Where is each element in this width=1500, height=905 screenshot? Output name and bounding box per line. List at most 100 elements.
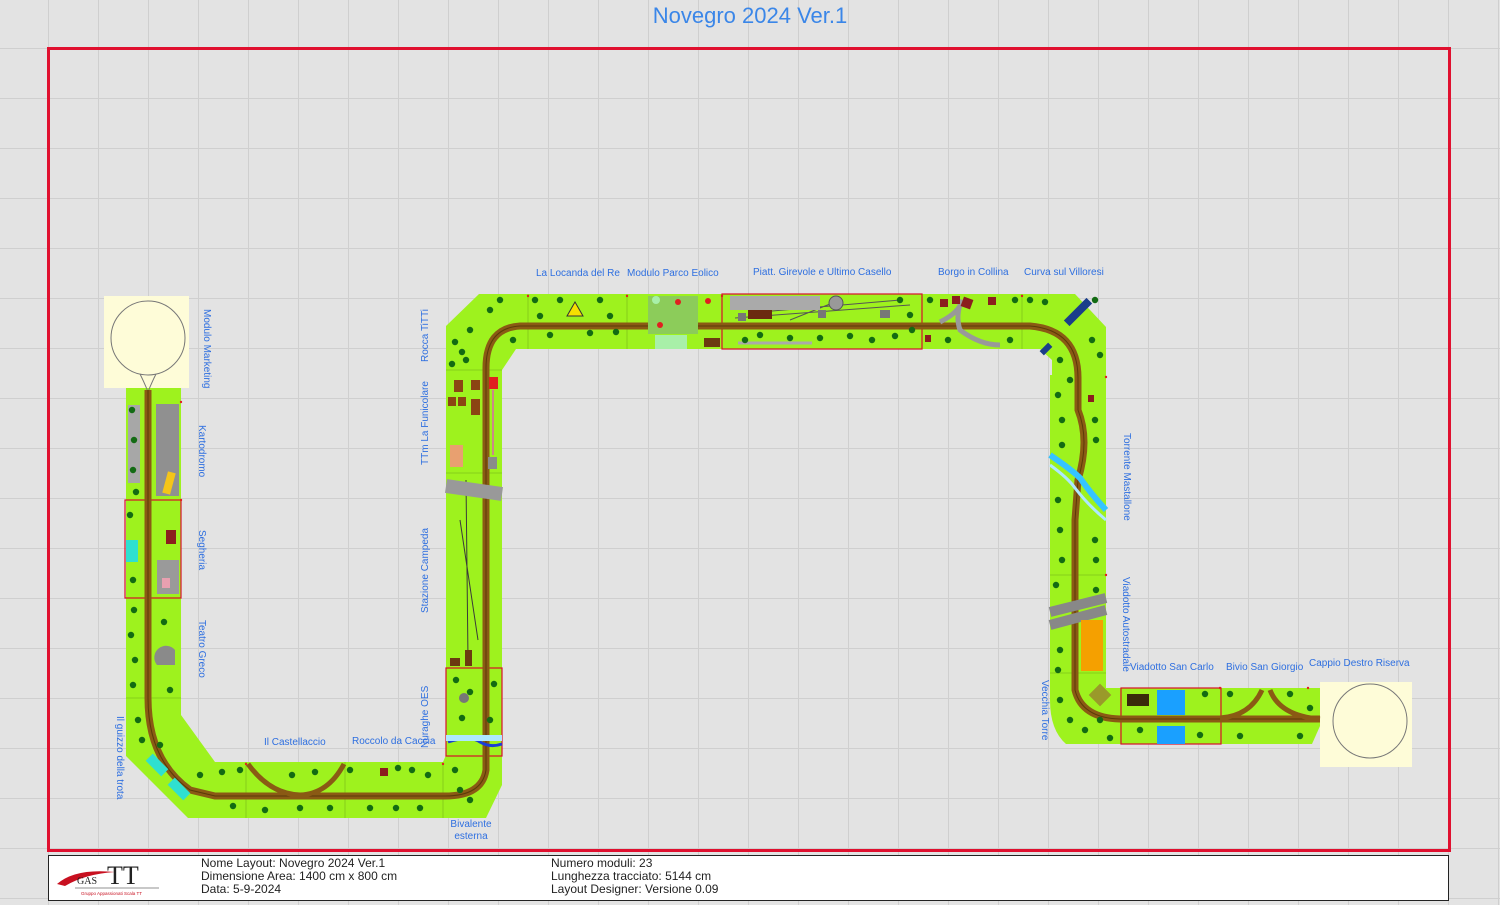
tree [1096, 351, 1104, 359]
tree [536, 312, 544, 320]
marketing-loop[interactable] [104, 296, 189, 393]
tree [1296, 732, 1304, 740]
tree [424, 771, 432, 779]
label-nuraghe: Nuraghe OES [420, 685, 431, 748]
tree [129, 466, 137, 474]
label-rocca: Rocca TiTTi [420, 309, 431, 362]
tree [1058, 416, 1066, 424]
main-track [144, 298, 1321, 800]
tree [1236, 732, 1244, 740]
tree [1092, 586, 1100, 594]
label-eolico: Modulo Parco Eolico [627, 268, 719, 279]
info-designer: Layout Designer: Versione 0.09 [551, 882, 719, 896]
module-guizzo-base[interactable] [126, 698, 248, 818]
tree [458, 348, 466, 356]
tree [1136, 726, 1144, 734]
tree [1056, 696, 1064, 704]
cappio-loop[interactable] [1320, 682, 1412, 767]
tree [127, 631, 135, 639]
tree [1066, 376, 1074, 384]
svg-text:Gruppo Appassionati Scala TT: Gruppo Appassionati Scala TT [81, 891, 142, 896]
tree [816, 334, 824, 342]
tree [131, 656, 139, 664]
tree [908, 326, 916, 334]
tree [596, 296, 604, 304]
tree [606, 312, 614, 320]
tree [288, 771, 296, 779]
tree [1006, 336, 1014, 344]
label-castellaccio: Il Castellaccio [264, 737, 326, 748]
tree [456, 786, 464, 794]
tree [1201, 690, 1209, 698]
layout-canvas [104, 293, 1412, 818]
tree [236, 766, 244, 774]
tree [1041, 298, 1049, 306]
tree [138, 736, 146, 744]
tree [458, 714, 466, 722]
tree [130, 606, 138, 614]
tree [1088, 336, 1096, 344]
label-funicolare: TTm La Funicolare [420, 381, 431, 465]
tree [1056, 356, 1064, 364]
label-san-giorgio: Bivio San Giorgio [1226, 662, 1304, 673]
tree [160, 618, 168, 626]
tree [132, 488, 140, 496]
tree [1054, 496, 1062, 504]
tree [366, 804, 374, 812]
tree [451, 338, 459, 346]
label-bivalente: Bivalente esterna [450, 819, 492, 842]
tree [1091, 416, 1099, 424]
tree [1091, 536, 1099, 544]
tree [490, 680, 498, 688]
tree [1058, 556, 1066, 564]
label-teatro: Teatro Greco [196, 620, 207, 678]
tree [448, 360, 456, 368]
tree [392, 804, 400, 812]
label-campeda: Stazione Campeda [420, 527, 431, 613]
module-locanda-base[interactable] [528, 294, 628, 349]
tree [1056, 526, 1064, 534]
tree [452, 676, 460, 684]
tree [1306, 704, 1314, 712]
tree [394, 764, 402, 772]
tree [346, 766, 354, 774]
svg-text:GAS: GAS [77, 876, 97, 887]
tree [129, 576, 137, 584]
tree [1066, 716, 1074, 724]
tree [128, 406, 136, 414]
tree [261, 806, 269, 814]
tree [326, 804, 334, 812]
tree [944, 336, 952, 344]
tree [531, 296, 539, 304]
tree [129, 681, 137, 689]
tree [1026, 296, 1034, 304]
tree [218, 768, 226, 776]
tree [1058, 441, 1066, 449]
label-guizzo: Il guizzo della trota [114, 716, 125, 800]
tree [130, 436, 138, 444]
tree [846, 332, 854, 340]
tree [1196, 731, 1204, 739]
tree [868, 336, 876, 344]
tree [891, 332, 899, 340]
tree [196, 771, 204, 779]
tree [496, 296, 504, 304]
tree [509, 336, 517, 344]
tree [906, 311, 914, 319]
tree [134, 716, 142, 724]
label-cappio: Cappio Destro Riserva [1309, 658, 1410, 669]
tree [486, 716, 494, 724]
label-piattaforma: Piatt. Girevole e Ultimo Casello [753, 267, 892, 278]
module-campeda-base[interactable] [446, 473, 502, 669]
tree [156, 741, 164, 749]
tree [786, 334, 794, 342]
tree [556, 296, 564, 304]
tree [741, 336, 749, 344]
label-san-carlo: Viadotto San Carlo [1130, 662, 1214, 673]
tree [1286, 690, 1294, 698]
info-data: Data: 5-9-2024 [201, 882, 282, 896]
tree [1091, 296, 1099, 304]
tree [296, 804, 304, 812]
tree [416, 804, 424, 812]
svg-text:TT: TT [107, 861, 139, 890]
